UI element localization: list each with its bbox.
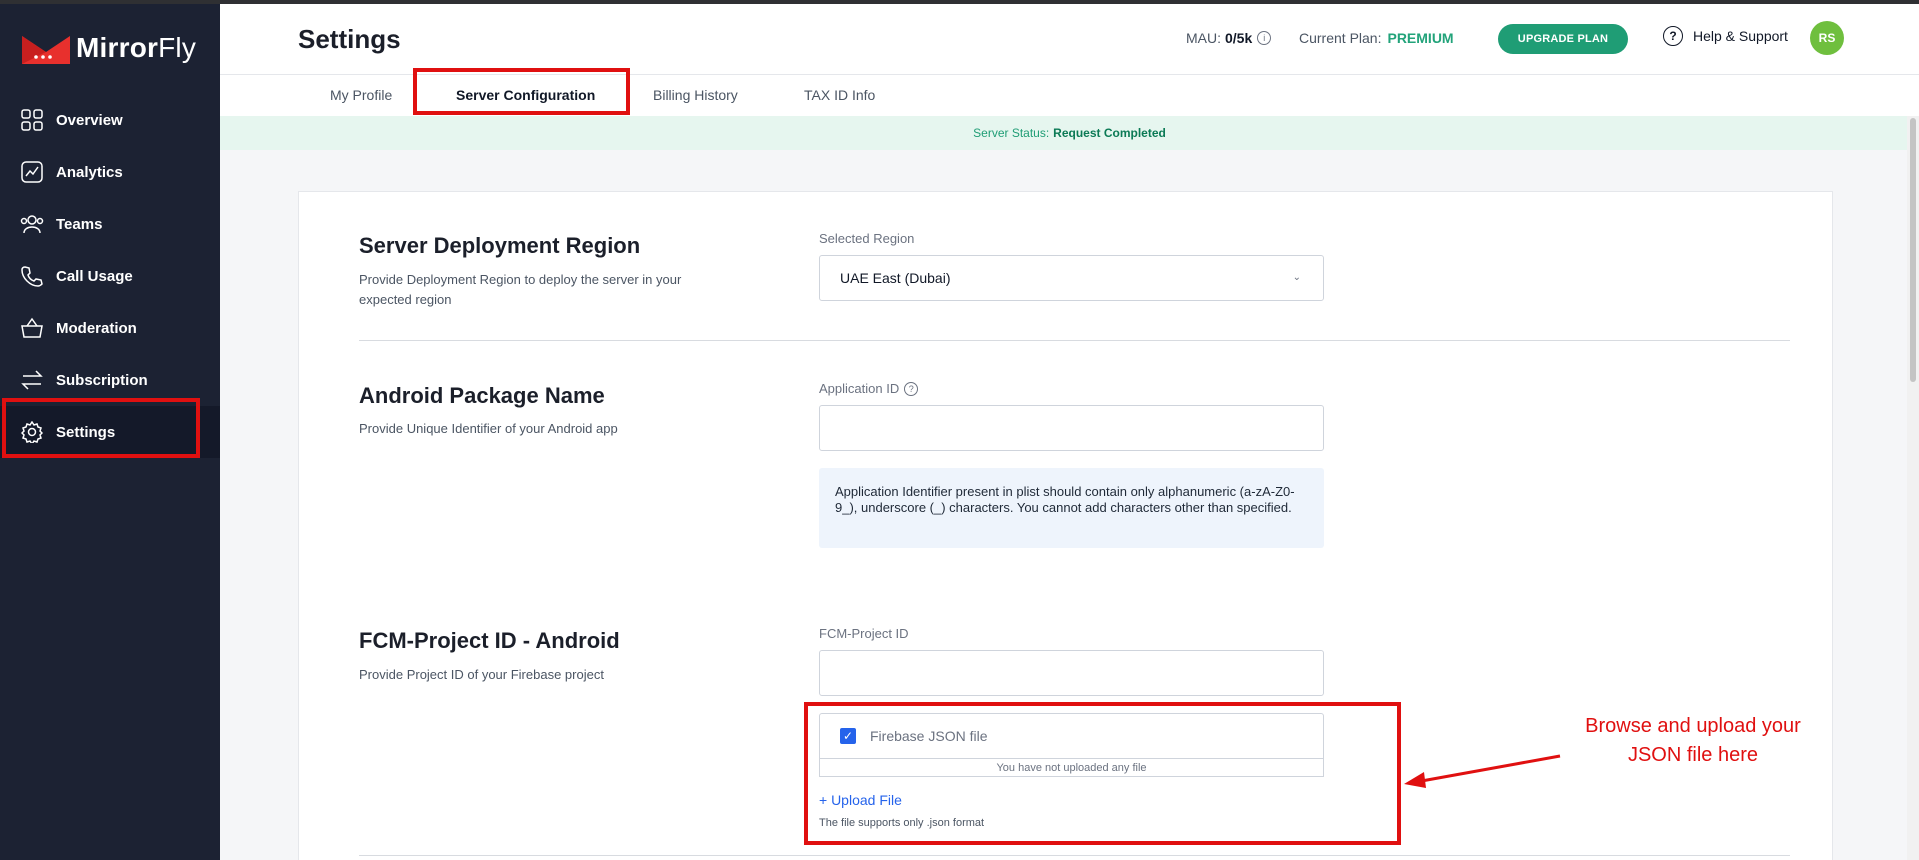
application-id-label-text: Application ID — [819, 381, 900, 396]
mirrorfly-logo-icon — [20, 28, 70, 68]
sidebar-nav: Overview Analytics Teams Call Usage Mode… — [0, 94, 220, 458]
plan-label: Current Plan: — [1299, 30, 1382, 46]
page-title: Settings — [298, 24, 401, 54]
upgrade-plan-button[interactable]: UPGRADE PLAN — [1498, 24, 1628, 54]
status-label: Server Status: — [973, 126, 1050, 140]
sidebar-item-analytics[interactable]: Analytics — [0, 146, 220, 198]
analytics-icon — [20, 160, 44, 184]
sidebar-item-overview[interactable]: Overview — [0, 94, 220, 146]
file-format-hint: The file supports only .json format — [819, 817, 985, 829]
mau-value: 0/5k — [1225, 30, 1253, 46]
logo-text: MirrorFly — [76, 32, 197, 63]
scrollbar-thumb[interactable] — [1910, 118, 1916, 382]
fcm-section-title: FCM-Project ID - Android — [359, 628, 620, 653]
android-section-title: Android Package Name — [359, 383, 605, 408]
sidebar: MirrorFly Overview Analytics Teams Call … — [0, 4, 220, 860]
firebase-json-file-box: ✓ Firebase JSON file — [819, 713, 1324, 759]
file-upload-status: You have not uploaded any file — [819, 759, 1324, 777]
application-id-label: Application ID ? — [819, 381, 919, 396]
mau-counter: MAU: 0/5k i — [1186, 30, 1272, 46]
sidebar-item-label: Overview — [56, 111, 123, 129]
region-select[interactable]: UAE East (Dubai) ⌄ — [819, 255, 1324, 301]
tab-my-profile[interactable]: My Profile — [330, 87, 392, 103]
tab-tax-id-info[interactable]: TAX ID Info — [804, 87, 875, 103]
fcm-project-id-label: FCM-Project ID — [819, 626, 909, 641]
avatar[interactable]: RS — [1810, 21, 1844, 55]
mau-label: MAU: — [1186, 30, 1221, 46]
teams-icon — [20, 212, 44, 236]
section-divider — [359, 855, 1790, 856]
sidebar-item-call-usage[interactable]: Call Usage — [0, 250, 220, 302]
header: Settings MAU: 0/5k i Current Plan: PREMIU… — [220, 4, 1919, 74]
android-section-desc: Provide Unique Identifier of your Androi… — [359, 421, 618, 436]
help-label: Help & Support — [1693, 28, 1788, 44]
region-section-desc: Provide Deployment Region to deploy the … — [359, 272, 682, 307]
status-value: Request Completed — [1053, 126, 1166, 140]
logo[interactable]: MirrorFly — [20, 28, 196, 68]
sidebar-item-label: Moderation — [56, 319, 137, 337]
phone-icon — [20, 264, 44, 288]
annotation-text: Browse and upload your JSON file here — [1585, 715, 1801, 766]
info-icon[interactable]: i — [1257, 31, 1272, 45]
sidebar-item-label: Subscription — [56, 371, 148, 389]
checkbox-checked-icon[interactable]: ✓ — [840, 728, 856, 744]
sidebar-item-label: Teams — [56, 215, 103, 233]
upload-file-link[interactable]: + Upload File — [819, 792, 902, 808]
application-id-input[interactable] — [819, 405, 1324, 451]
help-support-link[interactable]: ? Help & Support — [1663, 26, 1788, 46]
sidebar-item-label: Call Usage — [56, 267, 133, 285]
plan-value: PREMIUM — [1387, 30, 1454, 46]
sidebar-item-label: Settings — [56, 423, 116, 441]
swap-arrows-icon — [20, 368, 44, 392]
sidebar-item-settings[interactable]: Settings — [0, 406, 220, 458]
tab-server-configuration[interactable]: Server Configuration — [456, 87, 595, 103]
server-status-bar: Server Status: Request Completed — [220, 116, 1919, 150]
region-select-value: UAE East (Dubai) — [840, 270, 951, 286]
question-icon: ? — [1663, 26, 1683, 46]
application-id-note: Application Identifier present in plist … — [819, 468, 1324, 548]
annotation-arrow-icon — [1404, 754, 1561, 788]
fcm-project-id-input[interactable] — [819, 650, 1324, 696]
sidebar-item-label: Analytics — [56, 163, 123, 181]
help-icon[interactable]: ? — [904, 381, 919, 396]
basket-icon — [20, 316, 44, 340]
grid-icon — [20, 108, 44, 132]
chevron-down-icon: ⌄ — [1292, 272, 1301, 283]
settings-tabs: My Profile Server Configuration Billing … — [220, 74, 1919, 116]
section-divider — [359, 340, 1790, 341]
region-section-title: Server Deployment Region — [359, 233, 641, 258]
tab-billing-history[interactable]: Billing History — [653, 87, 738, 103]
fcm-section-desc: Provide Project ID of your Firebase proj… — [359, 667, 604, 682]
region-field-label: Selected Region — [819, 231, 915, 246]
gear-icon — [20, 420, 44, 444]
sidebar-item-moderation[interactable]: Moderation — [0, 302, 220, 354]
current-plan: Current Plan: PREMIUM — [1299, 30, 1454, 46]
sidebar-item-teams[interactable]: Teams — [0, 198, 220, 250]
scrollbar[interactable] — [1907, 116, 1919, 860]
firebase-json-file-label: Firebase JSON file — [870, 728, 988, 744]
sidebar-item-subscription[interactable]: Subscription — [0, 354, 220, 406]
